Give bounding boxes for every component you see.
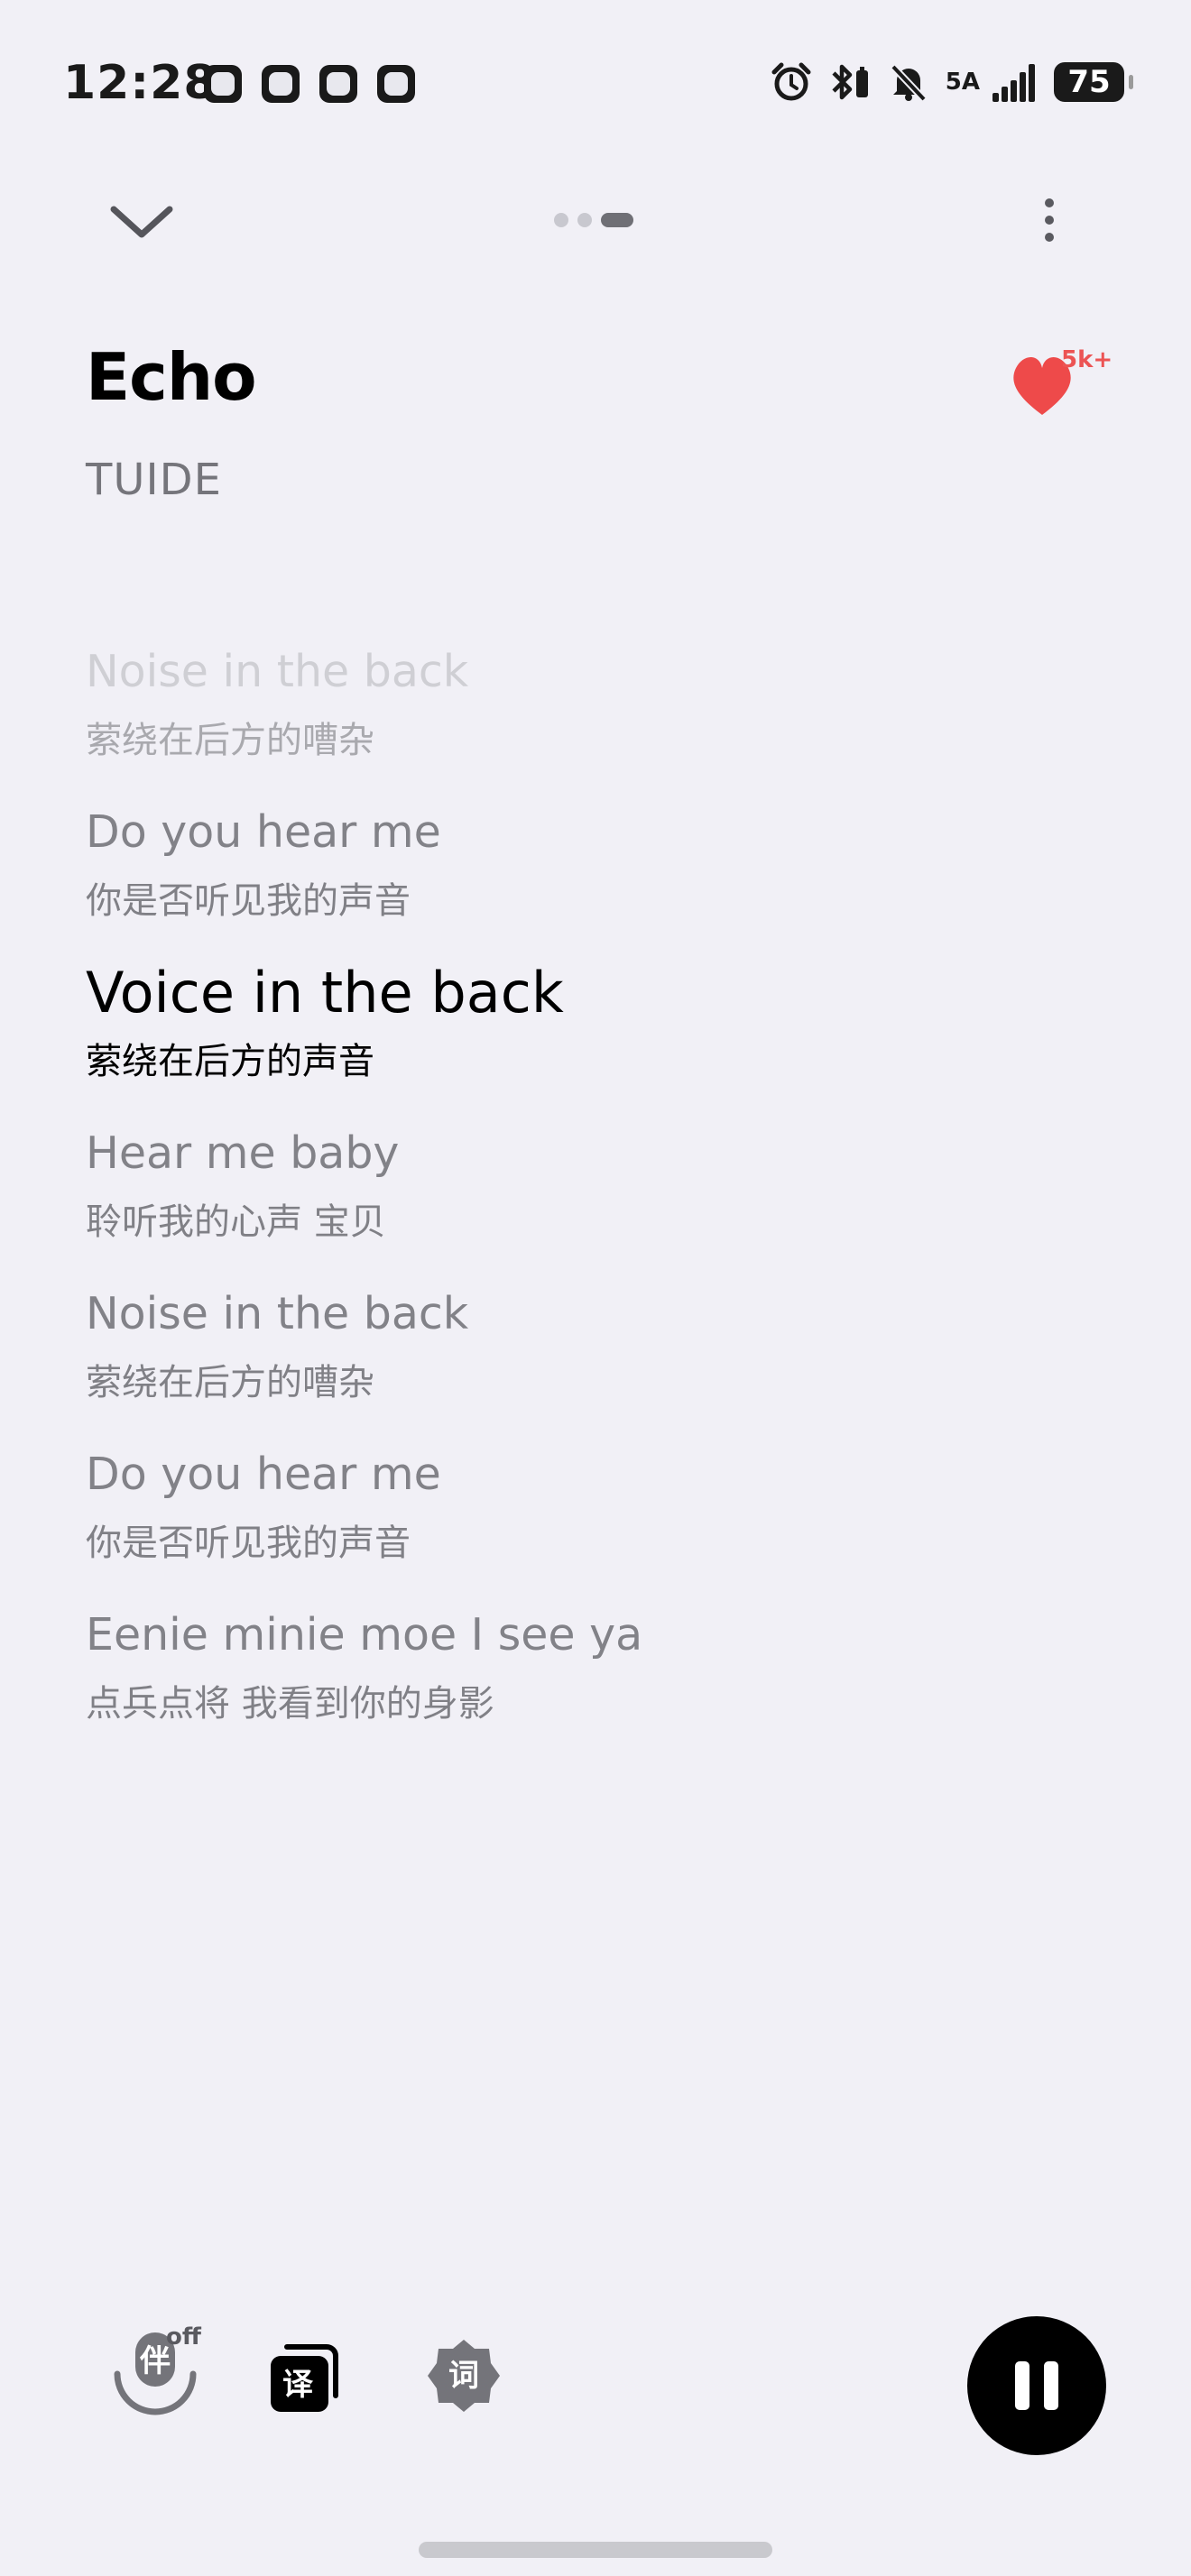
battery-level: 75 bbox=[1067, 64, 1111, 100]
translation-glyph: 译 bbox=[282, 2367, 313, 2403]
lyric-translation: 萦绕在后方的声音 bbox=[86, 1041, 374, 1082]
accompaniment-glyph: 伴 bbox=[140, 2343, 171, 2379]
app-notification-icon bbox=[204, 65, 242, 103]
lyric-translation: 萦绕在后方的嘈杂 bbox=[86, 720, 374, 761]
lyrics-options-button[interactable]: 词 bbox=[426, 2338, 502, 2414]
page-dot bbox=[577, 213, 592, 227]
status-bar: 12:28 5A 75 bbox=[0, 0, 1191, 171]
page-indicator bbox=[554, 213, 633, 227]
collapse-button[interactable] bbox=[101, 189, 182, 253]
notification-icons bbox=[204, 65, 415, 103]
more-options-button[interactable] bbox=[1029, 193, 1069, 247]
lyric-text: Noise in the back bbox=[86, 646, 469, 697]
lyric-line[interactable]: Do you hear me 你是否听见我的声音 bbox=[86, 801, 1114, 961]
app-notification-icon bbox=[319, 65, 357, 103]
alarm-icon bbox=[771, 61, 812, 103]
bluetooth-icon bbox=[828, 61, 872, 103]
lyric-text: Noise in the back bbox=[86, 1288, 469, 1339]
lyric-line-current[interactable]: Voice in the back 萦绕在后方的声音 bbox=[86, 961, 1114, 1122]
status-time: 12:28 bbox=[63, 56, 217, 110]
mute-icon bbox=[888, 61, 929, 103]
lyric-text: Eenie minie moe I see ya bbox=[86, 1609, 643, 1661]
lyric-text: Hear me baby bbox=[86, 1127, 400, 1179]
signal-icon bbox=[992, 62, 1038, 102]
lyric-translation: 你是否听见我的声音 bbox=[86, 1523, 411, 1564]
more-vertical-icon bbox=[1044, 198, 1054, 207]
translation-toggle[interactable]: 译 bbox=[267, 2338, 343, 2414]
lyric-translation: 你是否听见我的声音 bbox=[86, 880, 411, 922]
lyric-line[interactable]: Do you hear me 你是否听见我的声音 bbox=[86, 1443, 1114, 1604]
lyric-line[interactable]: Hear me baby 聆听我的心声 宝贝 bbox=[86, 1122, 1114, 1283]
lyric-line[interactable]: Noise in the back 萦绕在后方的嘈杂 bbox=[86, 1283, 1114, 1443]
lyric-line[interactable]: Noise in the back 萦绕在后方的嘈杂 bbox=[86, 640, 1114, 801]
system-icons: 5A 75 bbox=[771, 61, 1133, 103]
home-indicator[interactable] bbox=[419, 2542, 772, 2558]
page-dot bbox=[554, 213, 568, 227]
lyric-text: Do you hear me bbox=[86, 1449, 441, 1500]
pause-button[interactable] bbox=[967, 2316, 1106, 2455]
app-notification-icon bbox=[262, 65, 300, 103]
chevron-down-icon bbox=[110, 206, 173, 238]
lyric-line[interactable]: Eenie minie moe I see ya 点兵点将 我看到你的身影 bbox=[86, 1604, 1114, 1764]
lyric-translation: 萦绕在后方的嘈杂 bbox=[86, 1362, 374, 1403]
lyric-translation: 点兵点将 我看到你的身影 bbox=[86, 1683, 494, 1725]
lyric-text: Do you hear me bbox=[86, 806, 441, 858]
song-artist[interactable]: TUIDE bbox=[86, 455, 222, 505]
like-count: 5k+ bbox=[1061, 346, 1113, 373]
pause-icon bbox=[1015, 2361, 1029, 2410]
lyric-translation: 聆听我的心声 宝贝 bbox=[86, 1201, 386, 1243]
song-title: Echo bbox=[86, 339, 257, 415]
app-notification-icon bbox=[377, 65, 415, 103]
lyrics-glyph: 词 bbox=[448, 2358, 479, 2394]
page-dot-active bbox=[601, 213, 633, 227]
lyrics-list[interactable]: Noise in the back 萦绕在后方的嘈杂 Do you hear m… bbox=[86, 640, 1114, 1764]
battery-icon: 75 bbox=[1054, 62, 1133, 102]
lyric-text: Voice in the back bbox=[86, 960, 564, 1026]
accompaniment-status: off bbox=[166, 2323, 201, 2351]
network-type: 5A bbox=[945, 69, 980, 96]
